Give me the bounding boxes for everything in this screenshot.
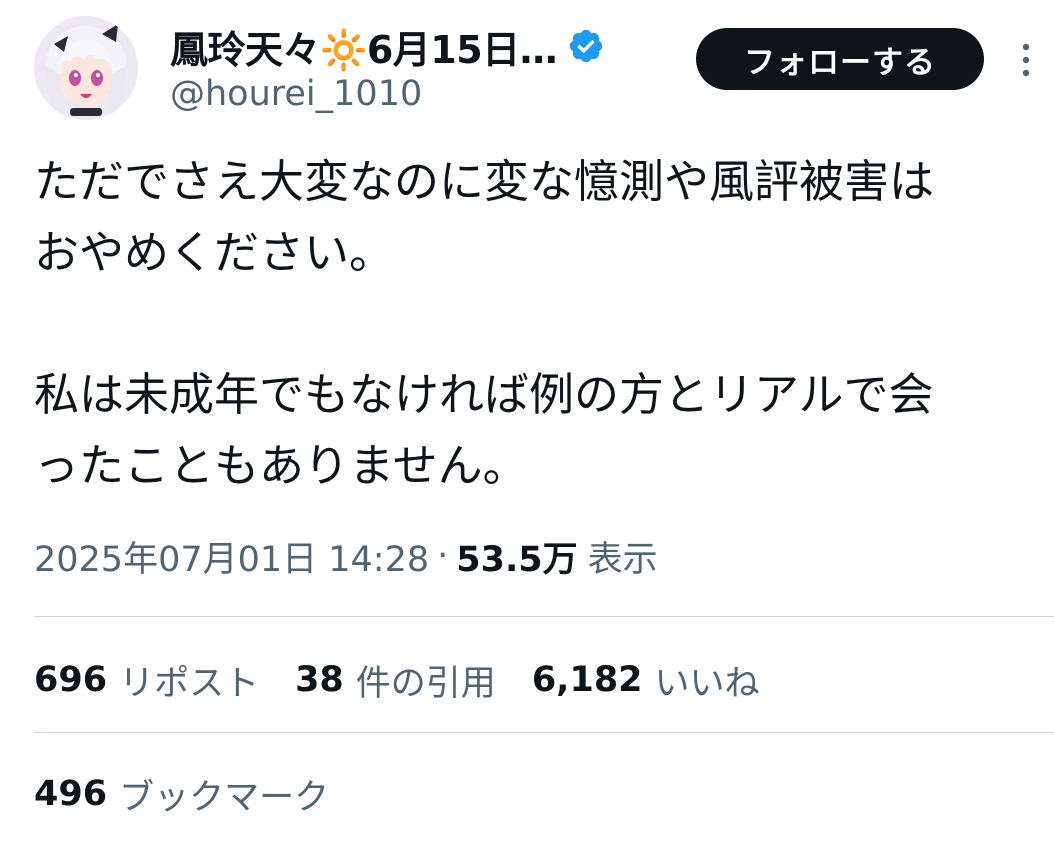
reposts-stat[interactable]: 696 リポスト xyxy=(34,655,259,706)
avatar-image xyxy=(34,16,138,120)
likes-count: 6,182 xyxy=(531,660,643,700)
bookmarks-count: 496 xyxy=(34,774,108,814)
avatar[interactable] xyxy=(34,16,138,120)
tweet-meta: 2025年07月01日 14:28 · 53.5万 表示 xyxy=(34,530,658,582)
quotes-stat[interactable]: 38 件の引用 xyxy=(295,655,496,706)
tweet-detail: 鳳玲天々🔆6月15日… @hourei_1010 フォローする ただでさえ大変な… xyxy=(0,0,1054,841)
bookmarks-stat[interactable]: 496 ブックマーク xyxy=(34,766,329,822)
display-name[interactable]: 鳳玲天々🔆6月15日… xyxy=(170,19,557,74)
divider xyxy=(34,616,1054,617)
tweet-text-line: 私は未成年でもなければ例の方とリアルで会 xyxy=(34,368,934,421)
likes-label: いいね xyxy=(654,663,760,704)
follow-button[interactable]: フォローする xyxy=(696,28,984,90)
verified-badge-icon xyxy=(567,27,605,65)
reposts-count: 696 xyxy=(34,660,108,700)
author-name-row[interactable]: 鳳玲天々🔆6月15日… xyxy=(170,18,605,74)
quotes-count: 38 xyxy=(295,660,344,700)
engagement-stats: 696 リポスト 38 件の引用 6,182 いいね xyxy=(34,652,796,708)
views-count: 53.5万 xyxy=(456,539,578,580)
views-label: 表示 xyxy=(587,539,658,580)
bookmarks-label: ブックマーク xyxy=(119,777,330,818)
tweet-text-line: ただでさえ大変なのに変な憶測や風評被害は xyxy=(34,155,935,208)
meta-separator: · xyxy=(437,536,449,576)
likes-stat[interactable]: 6,182 いいね xyxy=(532,655,760,706)
timestamp[interactable]: 2025年07月01日 14:28 xyxy=(34,531,429,582)
more-vertical-icon[interactable] xyxy=(1014,40,1038,80)
quotes-label: 件の引用 xyxy=(355,663,496,704)
divider xyxy=(34,732,1054,733)
tweet-text-line: おやめください。 xyxy=(34,226,395,279)
reposts-label: リポスト xyxy=(119,663,260,704)
tweet-text-line: ったこともありません。 xyxy=(34,439,528,492)
user-handle[interactable]: @hourei_1010 xyxy=(170,74,422,114)
tweet-text: ただでさえ大変なのに変な憶測や風評被害は おやめください。 私は未成年でもなけれ… xyxy=(34,146,1034,501)
